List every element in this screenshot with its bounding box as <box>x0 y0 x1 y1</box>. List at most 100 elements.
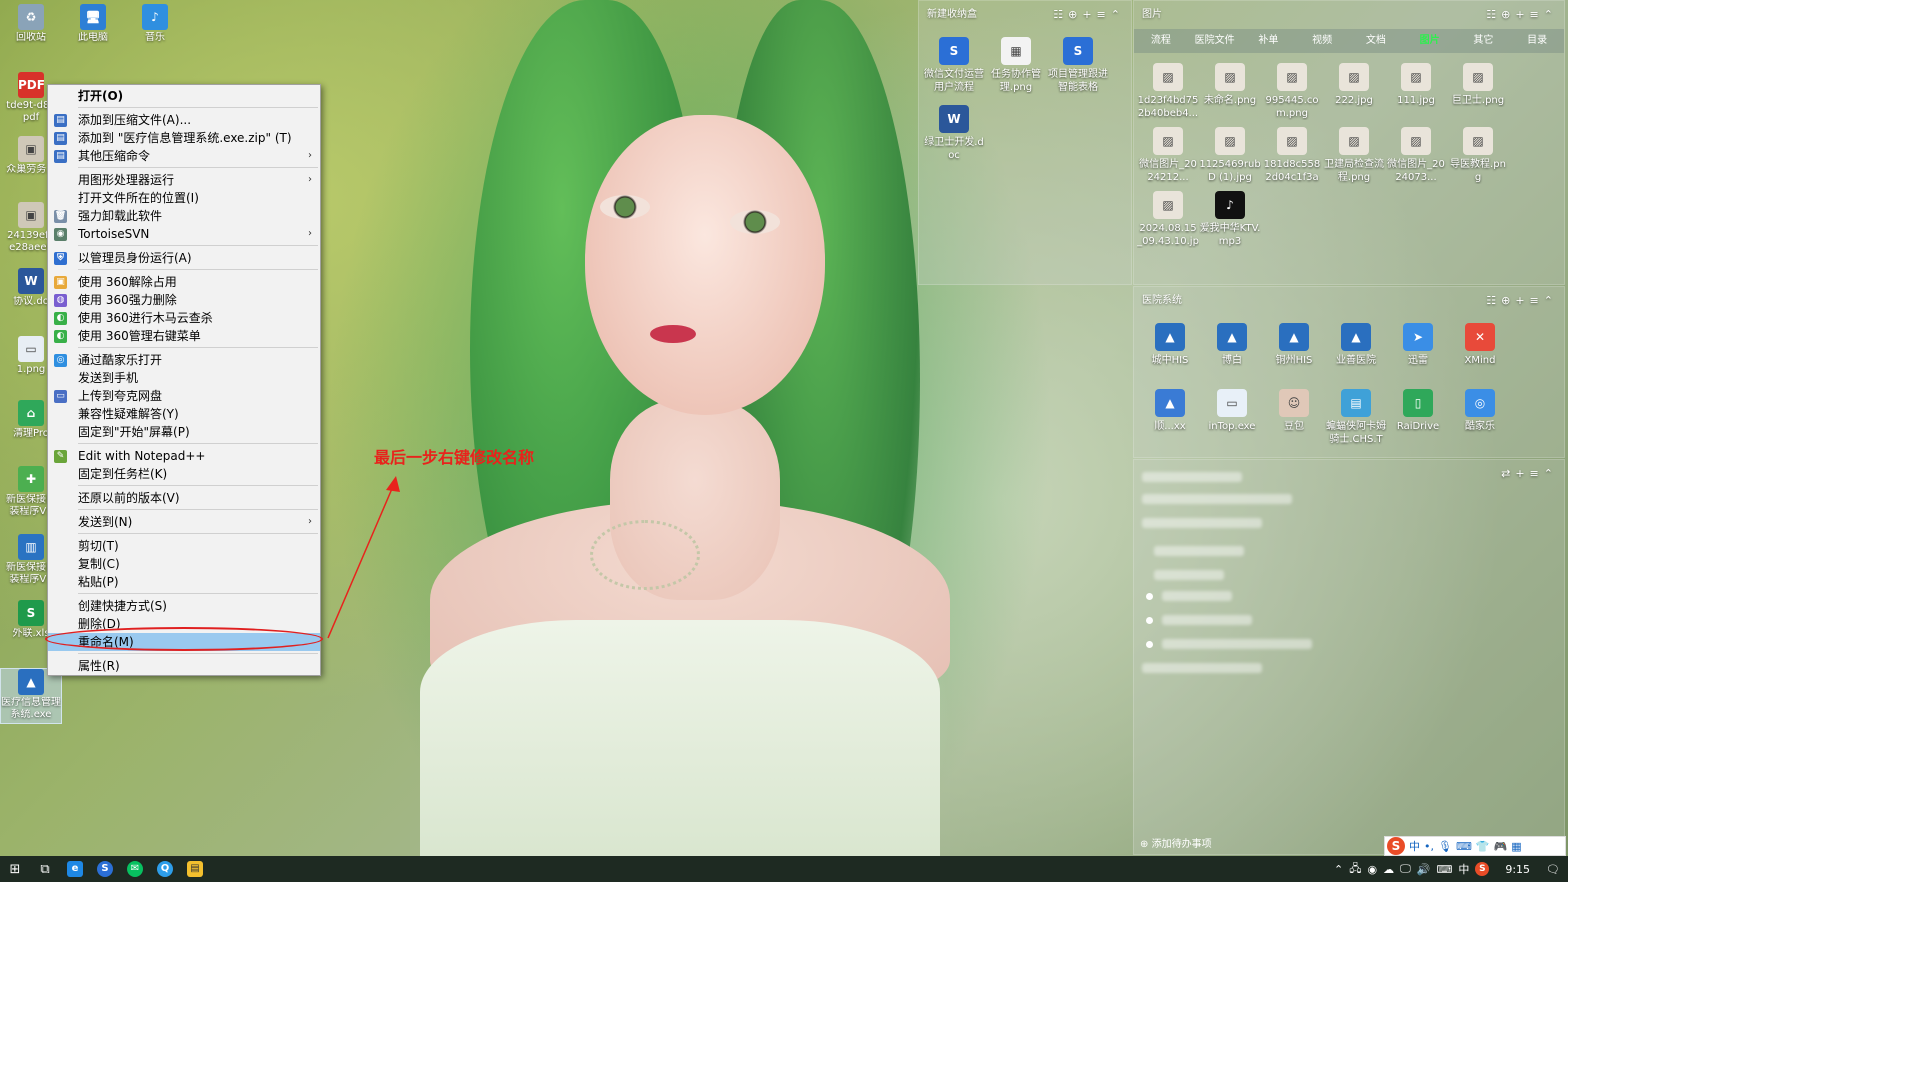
fence-item[interactable]: ▨ 111.jpg <box>1385 63 1447 107</box>
taskbar-app-search[interactable]: Q <box>150 856 180 882</box>
fence-new-box[interactable]: 新建收纳盒 ☷⊕+≡⌃ S 微信文付运营用户流程 ▦ 任务协作管理.png S 项目管理跟… <box>918 0 1132 285</box>
notification-icon[interactable]: 🗨 <box>1546 863 1560 876</box>
menu-item[interactable]: ◎ 通过酷家乐打开 <box>48 351 320 369</box>
fence-item[interactable]: ▯ RaiDrive <box>1387 389 1449 433</box>
security-tray-icon[interactable]: ◉ <box>1368 863 1378 876</box>
fence-item[interactable]: ▨ 995445.com.png <box>1261 63 1323 120</box>
menu-item[interactable]: ▣ 使用 360解除占用 <box>48 273 320 291</box>
keyboard-icon[interactable]: ⌨ <box>1456 840 1472 853</box>
fence-item[interactable]: ▨ 1d23f4bd752b40beb4... <box>1137 63 1199 120</box>
fence-item[interactable]: ▦ 任务协作管理.png <box>985 37 1047 94</box>
menu-item[interactable]: ◉ TortoiseSVN › <box>48 225 320 243</box>
fence-item[interactable]: ▲ 城中HIS <box>1139 323 1201 367</box>
menu-item[interactable]: 创建快捷方式(S) <box>48 597 320 615</box>
fence-tab[interactable]: 图片 <box>1403 29 1457 53</box>
fence-tab[interactable]: 目录 <box>1510 29 1564 53</box>
windows-start-button[interactable]: ⊞ <box>0 856 30 882</box>
display-tray-icon[interactable]: 🖵 <box>1400 862 1411 876</box>
desktop-icon[interactable]: 🖥 此电脑 <box>62 4 124 44</box>
fence-item[interactable]: ▨ 1125469rubD (1).jpg <box>1199 127 1261 184</box>
desktop-icon[interactable]: ♻ 回收站 <box>0 4 62 44</box>
todo-add-item[interactable]: ⊕ 添加待办事项 <box>1140 835 1212 850</box>
fence-item[interactable]: ▭ inTop.exe <box>1201 389 1263 433</box>
menu-item[interactable]: 用图形处理器运行 › <box>48 171 320 189</box>
fence-todo[interactable]: ⇄+≡⌃ ⊕ 添加待办事项 <box>1133 459 1565 855</box>
menu-item[interactable]: 兼容性疑难解答(Y) <box>48 405 320 423</box>
fence-item[interactable]: ☺ 豆包 <box>1263 389 1325 433</box>
sogou-tray-icon[interactable]: S <box>1475 862 1490 876</box>
fence-item[interactable]: ▨ 未命名.png <box>1199 63 1261 107</box>
ime-mode[interactable]: 中 <box>1409 838 1420 854</box>
menu-item[interactable]: 🗑 强力卸载此软件 <box>48 207 320 225</box>
menu-item[interactable]: ⛨ 以管理员身份运行(A) <box>48 249 320 267</box>
fence-header[interactable]: 医院系统 ☷⊕+≡⌃ <box>1134 287 1564 315</box>
fence-tab[interactable]: 文档 <box>1349 29 1403 53</box>
language-indicator[interactable]: 中 <box>1458 861 1469 877</box>
skin-shirt-icon[interactable]: 👕 <box>1476 840 1490 853</box>
fence-medical-systems[interactable]: 医院系统 ☷⊕+≡⌃ ▲ 城中HIS ▲ 博白 ▲ 铜州HIS ▲ 业善医院 ➤ 迅雷 ✕ XMind… <box>1133 286 1565 458</box>
menu-item[interactable]: 复制(C) <box>48 555 320 573</box>
volume-icon[interactable]: 🔊 <box>1417 863 1431 876</box>
fence-header[interactable]: 图片 ☷⊕+≡⌃ <box>1134 1 1564 29</box>
fence-tab[interactable]: 视频 <box>1295 29 1349 53</box>
fence-tab[interactable]: 其它 <box>1457 29 1511 53</box>
fence-item[interactable]: ◎ 酷家乐 <box>1449 389 1511 433</box>
fence-toolbar-icons[interactable]: ☷⊕+≡⌃ <box>1486 1 1558 29</box>
menu-item[interactable]: 打开文件所在的位置(I) <box>48 189 320 207</box>
menu-item[interactable]: ▤ 其他压缩命令 › <box>48 147 320 165</box>
fence-item[interactable]: ▨ 微信图片_2024073... <box>1385 127 1447 184</box>
taskbar-app-explorer[interactable]: ▤ <box>180 856 210 882</box>
menu-item[interactable]: 固定到"开始"屏幕(P) <box>48 423 320 441</box>
fence-header[interactable]: 新建收纳盒 ☷⊕+≡⌃ <box>919 1 1131 29</box>
taskbar-app-sogou[interactable]: S <box>90 856 120 882</box>
fence-item[interactable]: ▨ 巨卫士.png <box>1447 63 1509 107</box>
todo-bullet[interactable] <box>1146 617 1153 624</box>
fence-tab[interactable]: 补单 <box>1242 29 1296 53</box>
fence-item[interactable]: ♪ 爱我中华KTV.mp3 <box>1199 191 1261 248</box>
menu-item[interactable]: ▤ 添加到压缩文件(A)... <box>48 111 320 129</box>
taskbar-app-wechat[interactable]: ✉ <box>120 856 150 882</box>
menu-item[interactable]: ◍ 使用 360强力删除 <box>48 291 320 309</box>
ime-toolbar[interactable]: S 中 •, 🎙 ⌨ 👕 🎮 ▦ <box>1384 836 1566 856</box>
fence-item[interactable]: ▨ 微信图片_2024212... <box>1137 127 1199 184</box>
fence-tab[interactable]: 医院文件 <box>1188 29 1242 53</box>
fence-item[interactable]: ▨ 2024.08.15_09.43.10.jpg <box>1137 191 1199 248</box>
fence-item[interactable]: W 绿卫士开发.doc <box>923 105 985 162</box>
todo-bullet[interactable] <box>1146 641 1153 648</box>
fence-toolbar-icons[interactable]: ☷⊕+≡⌃ <box>1486 287 1558 315</box>
fence-item[interactable]: ✕ XMind <box>1449 323 1511 367</box>
fence-tab[interactable]: 流程 <box>1134 29 1188 53</box>
menu-item[interactable]: 剪切(T) <box>48 537 320 555</box>
fence-pictures[interactable]: 图片 ☷⊕+≡⌃ 流程 医院文件 补单 视频 文档 图片 其它 目录 ▨ 1d23f4bd752… <box>1133 0 1565 285</box>
task-view-button[interactable]: ⧉ <box>30 856 60 882</box>
fence-item[interactable]: ▲ 顺...xx <box>1139 389 1201 433</box>
taskbar-app-browser[interactable]: e <box>60 856 90 882</box>
desktop-icon[interactable]: ♪ 音乐 <box>124 4 186 44</box>
menu-item[interactable]: 粘贴(P) <box>48 573 320 591</box>
menu-item[interactable]: 属性(R) <box>48 657 320 675</box>
fence-item[interactable]: ▲ 铜州HIS <box>1263 323 1325 367</box>
game-pad-icon[interactable]: 🎮 <box>1494 840 1508 853</box>
cloud-tray-icon[interactable]: ☁ <box>1383 863 1394 876</box>
punctuation-icon[interactable]: •, <box>1424 840 1434 853</box>
menu-item[interactable]: 发送到手机 <box>48 369 320 387</box>
menu-item[interactable]: ◐ 使用 360管理右键菜单 <box>48 327 320 345</box>
fence-toolbar-icons[interactable]: ☷⊕+≡⌃ <box>1053 1 1125 29</box>
chevron-up-icon[interactable]: ⌃ <box>1334 863 1343 876</box>
desktop-icon[interactable]: ▲ 医疗信息管理 系统.exe <box>0 668 62 724</box>
fence-item[interactable]: ▨ 卫建局检查流程.png <box>1323 127 1385 184</box>
menu-item[interactable]: 还原以前的版本(V) <box>48 489 320 507</box>
menu-item[interactable]: 固定到任务栏(K) <box>48 465 320 483</box>
sogou-logo-icon[interactable]: S <box>1387 837 1405 855</box>
menu-item[interactable]: ▤ 添加到 "医疗信息管理系统.exe.zip" (T) <box>48 129 320 147</box>
fence-item[interactable]: S 项目管理跟进智能表格 <box>1047 37 1109 94</box>
fence-item[interactable]: ➤ 迅雷 <box>1387 323 1449 367</box>
clock-time[interactable]: 9:15 <box>1495 863 1540 876</box>
fence-item[interactable]: ▨ 181d8c5582d04c1f3ad... <box>1261 127 1323 184</box>
fence-item[interactable]: S 微信文付运营用户流程 <box>923 37 985 94</box>
fence-toolbar-icons[interactable]: ⇄+≡⌃ <box>1501 460 1558 488</box>
keyboard-tray-icon[interactable]: ⌨ <box>1436 863 1452 876</box>
fence-item[interactable]: ▤ 蝙蝠侠阿卡姆骑士.CHS.Ti... <box>1325 389 1387 446</box>
fence-item[interactable]: ▲ 业善医院 <box>1325 323 1387 367</box>
network-tray-icon[interactable]: 🖧 <box>1349 860 1361 879</box>
